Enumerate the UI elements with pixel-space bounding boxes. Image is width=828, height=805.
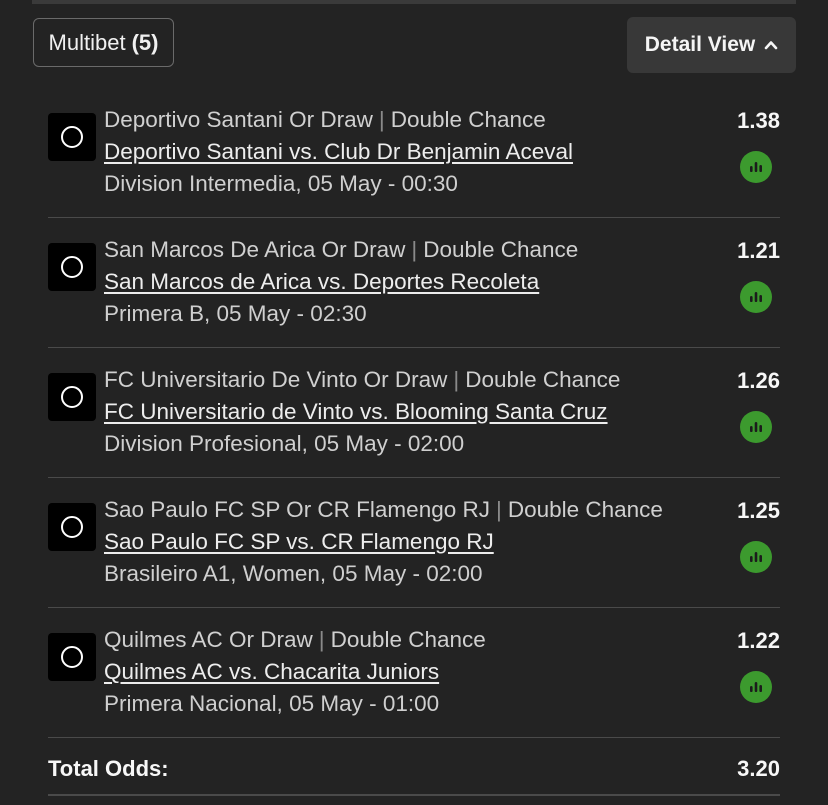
ring-icon xyxy=(48,373,96,421)
total-odds-row: Total Odds: 3.20 xyxy=(48,756,780,782)
match-link[interactable]: Sao Paulo FC SP vs. CR Flamengo RJ xyxy=(104,529,494,555)
bet-market: Double Chance xyxy=(465,367,621,392)
stats-button[interactable] xyxy=(740,671,772,703)
total-odds-label: Total Odds: xyxy=(48,756,169,781)
bet-odds: 1.38 xyxy=(737,108,780,133)
bet-market: Double Chance xyxy=(390,107,546,132)
bet-selection-line: Sao Paulo FC SP Or CR Flamengo RJ | Double… xyxy=(104,497,663,522)
bet-selection: Deportivo Santani Or Draw xyxy=(104,107,373,132)
bet-selection-line: San Marcos De Arica Or Draw | Double Chanc… xyxy=(104,237,579,262)
bet-item: Deportivo Santani Or Draw | Double Chance … xyxy=(48,88,780,218)
bet-item: Sao Paulo FC SP Or CR Flamengo RJ | Double… xyxy=(48,478,780,608)
bet-odds: 1.25 xyxy=(737,498,780,523)
league-time: Primera B, 05 May - 02:30 xyxy=(104,301,367,326)
bar-chart-icon xyxy=(750,292,762,302)
stats-button[interactable] xyxy=(740,151,772,183)
stats-button[interactable] xyxy=(740,281,772,313)
bet-selection: Sao Paulo FC SP Or CR Flamengo RJ xyxy=(104,497,490,522)
detail-view-button[interactable]: Detail View xyxy=(627,17,796,73)
ring-icon xyxy=(48,503,96,551)
stats-button[interactable] xyxy=(740,411,772,443)
multibet-tab[interactable]: Multibet (5) xyxy=(33,18,174,67)
bet-odds: 1.22 xyxy=(737,628,780,653)
bar-chart-icon xyxy=(750,422,762,432)
multibet-label: Multibet xyxy=(48,29,126,55)
bet-selection: FC Universitario De Vinto Or Draw xyxy=(104,367,448,392)
bet-item: FC Universitario De Vinto Or Draw | Double… xyxy=(48,348,780,478)
bar-chart-icon xyxy=(750,162,762,172)
total-odds-value: 3.20 xyxy=(737,756,780,781)
bet-item: San Marcos De Arica Or Draw | Double Chanc… xyxy=(48,218,780,348)
bottom-divider xyxy=(48,794,780,796)
bet-odds: 1.26 xyxy=(737,368,780,393)
league-time: Primera Nacional, 05 May - 01:00 xyxy=(104,691,440,716)
ring-icon xyxy=(48,243,96,291)
bar-chart-icon xyxy=(750,552,762,562)
bet-odds: 1.21 xyxy=(737,238,780,263)
bet-list: Deportivo Santani Or Draw | Double Chance … xyxy=(48,88,780,738)
match-link[interactable]: FC Universitario de Vinto vs. Blooming S… xyxy=(104,399,608,425)
league-time: Brasileiro A1, Women, 05 May - 02:00 xyxy=(104,561,483,586)
league-time: Division Profesional, 05 May - 02:00 xyxy=(104,431,465,456)
bet-selection-line: FC Universitario De Vinto Or Draw | Double… xyxy=(104,367,621,392)
bar-chart-icon xyxy=(750,682,762,692)
league-time: Division Intermedia, 05 May - 00:30 xyxy=(104,171,458,196)
bet-selection: Quilmes AC Or Draw xyxy=(104,627,313,652)
detail-view-label: Detail View xyxy=(644,33,756,56)
bet-selection: San Marcos De Arica Or Draw xyxy=(104,237,406,262)
bet-item: Quilmes AC Or Draw | Double Chance Quilmes… xyxy=(48,608,780,738)
chevron-up-icon xyxy=(764,41,778,50)
multibet-count: (5) xyxy=(131,29,159,55)
bet-market: Double Chance xyxy=(423,237,579,262)
match-link[interactable]: San Marcos de Arica vs. Deportes Recolet… xyxy=(104,269,539,295)
ring-icon xyxy=(48,113,96,161)
bet-market: Double Chance xyxy=(330,627,486,652)
bet-selection-line: Quilmes AC Or Draw | Double Chance xyxy=(104,627,486,652)
stats-button[interactable] xyxy=(740,541,772,573)
match-link[interactable]: Deportivo Santani vs. Club Dr Benjamin A… xyxy=(104,139,573,165)
match-link[interactable]: Quilmes AC vs. Chacarita Juniors xyxy=(104,659,439,685)
top-divider xyxy=(32,0,796,4)
bet-selection-line: Deportivo Santani Or Draw | Double Chance xyxy=(104,107,546,132)
bet-market: Double Chance xyxy=(507,497,663,522)
ring-icon xyxy=(48,633,96,681)
